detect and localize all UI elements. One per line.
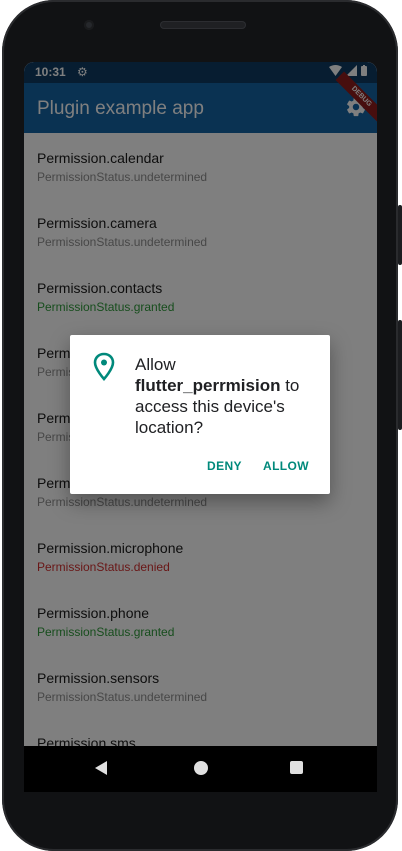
allow-button[interactable]: ALLOW	[263, 459, 309, 473]
front-camera	[84, 20, 94, 30]
volume-button[interactable]	[398, 205, 402, 265]
earpiece-speaker	[160, 21, 246, 29]
dialog-app-name: flutter_perrmision	[135, 376, 281, 395]
dialog-message-prefix: Allow	[135, 355, 176, 374]
home-button[interactable]	[194, 761, 208, 775]
power-button[interactable]	[398, 320, 402, 430]
deny-button[interactable]: DENY	[207, 459, 242, 473]
system-nav-bar	[24, 746, 377, 792]
screen: 10:31 ⚙ Plugin example app DEBUG Permiss…	[24, 62, 377, 746]
recents-button[interactable]	[290, 761, 303, 774]
permission-dialog: Allow flutter_perrmision to access this …	[70, 335, 330, 494]
dialog-message: Allow flutter_perrmision to access this …	[135, 354, 315, 438]
back-button[interactable]	[95, 761, 107, 775]
location-pin-icon	[93, 352, 115, 381]
